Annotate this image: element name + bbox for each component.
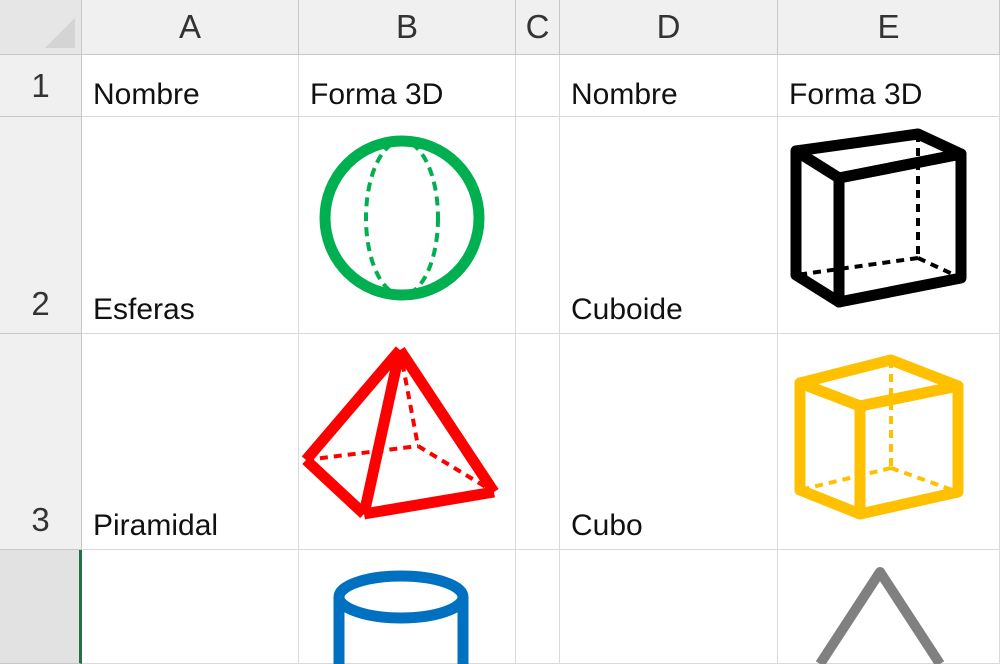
cell-d1-text: Nombre [571,78,678,111]
column-header-b[interactable]: B [299,0,516,55]
cell-d4[interactable] [560,550,778,664]
cone-icon[interactable] [808,560,958,664]
cell-a4[interactable] [82,550,299,664]
spreadsheet-grid: A B C D E 1 2 3 Nombre Forma 3D Nombre F… [0,0,1000,664]
cell-d3-text: Cubo [571,509,643,542]
cell-e1-text: Forma 3D [789,78,923,111]
column-header-c[interactable]: C [516,0,560,55]
cell-a1-text: Nombre [93,78,200,111]
cylinder-icon[interactable] [330,570,472,664]
row-header-3[interactable]: 3 [0,334,82,550]
pyramid-icon[interactable] [300,342,502,522]
cell-a1[interactable]: Nombre [82,55,299,117]
column-header-e[interactable]: E [778,0,1000,55]
cell-b1[interactable]: Forma 3D [299,55,516,117]
cube-icon[interactable] [794,350,966,522]
cell-a3[interactable]: Piramidal [82,334,299,550]
row-header-4[interactable] [0,550,82,664]
cell-d1[interactable]: Nombre [560,55,778,117]
select-all-corner[interactable] [0,0,82,55]
cell-a3-text: Piramidal [93,509,219,542]
cuboid-icon[interactable] [790,128,970,310]
cell-d2[interactable]: Cuboide [560,117,778,334]
cell-c4[interactable] [516,550,560,664]
column-header-a[interactable]: A [82,0,299,55]
cell-e1[interactable]: Forma 3D [778,55,1000,117]
sphere-icon[interactable] [318,134,486,302]
cell-a2-text: Esferas [93,293,195,326]
cell-a2[interactable]: Esferas [82,117,299,334]
cell-b1-text: Forma 3D [310,78,444,111]
cell-c3[interactable] [516,334,560,550]
cell-c1[interactable] [516,55,560,117]
row-header-2[interactable]: 2 [0,117,82,334]
cell-d3[interactable]: Cubo [560,334,778,550]
column-header-d[interactable]: D [560,0,778,55]
cell-d2-text: Cuboide [571,293,683,326]
select-all-triangle-icon [45,18,75,48]
row-header-1[interactable]: 1 [0,55,82,117]
cell-c2[interactable] [516,117,560,334]
